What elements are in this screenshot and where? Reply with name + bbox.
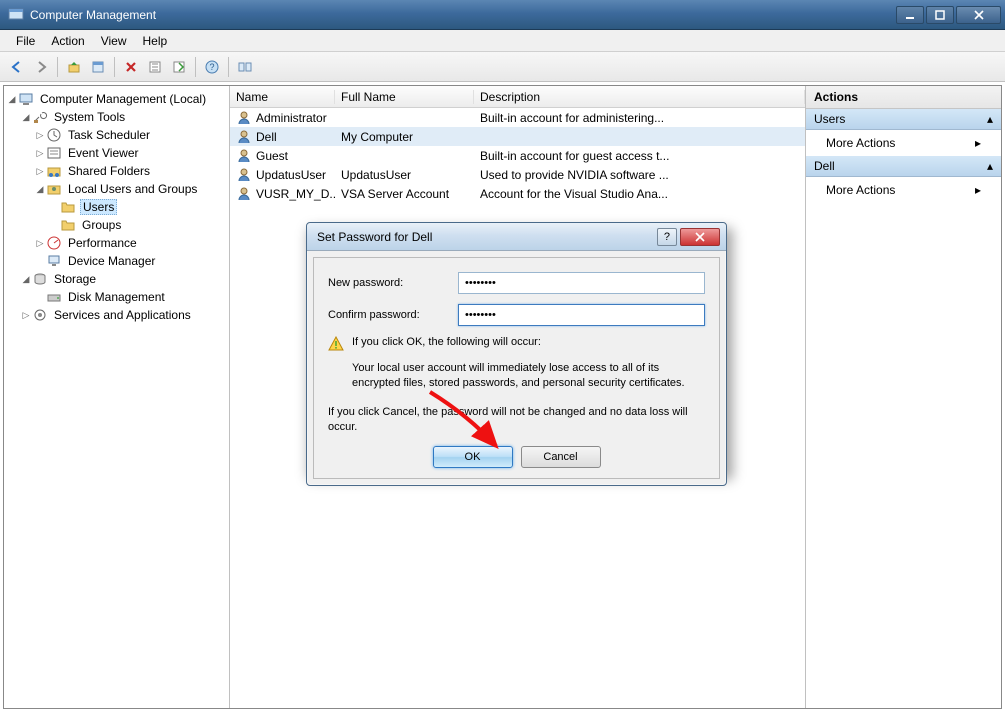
expand-icon[interactable]: ▷ bbox=[34, 148, 46, 159]
chevron-right-icon: ▸ bbox=[975, 183, 981, 197]
tree-task-scheduler[interactable]: ▷ Task Scheduler bbox=[6, 126, 227, 144]
properties-button[interactable] bbox=[87, 56, 109, 78]
dialog-title: Set Password for Dell bbox=[317, 230, 654, 244]
tree-device-manager[interactable]: Device Manager bbox=[6, 252, 227, 270]
menu-view[interactable]: View bbox=[93, 32, 135, 50]
ok-button[interactable]: OK bbox=[433, 446, 513, 468]
table-row[interactable]: UpdatusUserUpdatusUserUsed to provide NV… bbox=[230, 165, 805, 184]
user-icon bbox=[236, 110, 252, 126]
tree-pane: ◢ Computer Management (Local) ◢ System T… bbox=[4, 86, 230, 708]
computer-icon bbox=[18, 91, 34, 107]
new-password-label: New password: bbox=[328, 277, 458, 289]
tree-users[interactable]: Users bbox=[6, 198, 227, 216]
menu-file[interactable]: File bbox=[8, 32, 43, 50]
collapse-icon[interactable]: ◢ bbox=[34, 184, 46, 195]
window-title: Computer Management bbox=[30, 8, 896, 22]
tree-groups[interactable]: Groups bbox=[6, 216, 227, 234]
tree-services-apps[interactable]: ▷ Services and Applications bbox=[6, 306, 227, 324]
shared-folder-icon bbox=[46, 163, 62, 179]
tree-shared-folders[interactable]: ▷ Shared Folders bbox=[6, 162, 227, 180]
collapse-icon[interactable]: ◢ bbox=[20, 274, 32, 285]
collapse-icon[interactable]: ◢ bbox=[6, 94, 18, 105]
tree-system-tools[interactable]: ◢ System Tools bbox=[6, 108, 227, 126]
chevron-right-icon: ▸ bbox=[975, 136, 981, 150]
user-icon bbox=[236, 167, 252, 183]
dialog-close-button[interactable] bbox=[680, 228, 720, 246]
export-button[interactable] bbox=[168, 56, 190, 78]
help-button[interactable]: ? bbox=[201, 56, 223, 78]
confirm-password-label: Confirm password: bbox=[328, 309, 458, 321]
folder-icon bbox=[60, 217, 76, 233]
user-icon bbox=[236, 129, 252, 145]
user-icon bbox=[236, 186, 252, 202]
toolbar: ? bbox=[0, 52, 1005, 82]
dialog-titlebar[interactable]: Set Password for Dell ? bbox=[307, 223, 726, 251]
col-name[interactable]: Name bbox=[230, 90, 335, 104]
disk-icon bbox=[46, 289, 62, 305]
close-button[interactable] bbox=[956, 6, 1001, 24]
menu-help[interactable]: Help bbox=[135, 32, 176, 50]
user-icon bbox=[236, 148, 252, 164]
set-password-dialog: Set Password for Dell ? New password: Co… bbox=[306, 222, 727, 486]
expand-icon[interactable]: ▷ bbox=[34, 166, 46, 177]
device-icon bbox=[46, 253, 62, 269]
svg-text:?: ? bbox=[209, 62, 214, 72]
warning-heading: If you click OK, the following will occu… bbox=[352, 336, 541, 355]
cancel-button[interactable]: Cancel bbox=[521, 446, 601, 468]
actions-header: Actions bbox=[806, 86, 1001, 109]
refresh-button[interactable] bbox=[144, 56, 166, 78]
titlebar: Computer Management bbox=[0, 0, 1005, 30]
actions-more-dell[interactable]: More Actions ▸ bbox=[806, 177, 1001, 203]
forward-button[interactable] bbox=[30, 56, 52, 78]
collapse-icon: ▴ bbox=[987, 112, 993, 126]
performance-icon bbox=[46, 235, 62, 251]
menubar: File Action View Help bbox=[0, 30, 1005, 52]
warning-icon bbox=[328, 336, 344, 355]
view-options-button[interactable] bbox=[234, 56, 256, 78]
actions-pane: Actions Users ▴ More Actions ▸ Dell ▴ Mo… bbox=[806, 86, 1001, 708]
dialog-help-button[interactable]: ? bbox=[657, 228, 677, 246]
menu-action[interactable]: Action bbox=[43, 32, 92, 50]
tree-root[interactable]: ◢ Computer Management (Local) bbox=[6, 90, 227, 108]
confirm-password-input[interactable] bbox=[458, 304, 705, 326]
back-button[interactable] bbox=[6, 56, 28, 78]
tree-storage[interactable]: ◢ Storage bbox=[6, 270, 227, 288]
maximize-button[interactable] bbox=[926, 6, 954, 24]
event-icon bbox=[46, 145, 62, 161]
minimize-button[interactable] bbox=[896, 6, 924, 24]
new-password-input[interactable] bbox=[458, 272, 705, 294]
expand-icon[interactable]: ▷ bbox=[34, 130, 46, 141]
actions-section-dell[interactable]: Dell ▴ bbox=[806, 156, 1001, 177]
tree-event-viewer[interactable]: ▷ Event Viewer bbox=[6, 144, 227, 162]
list-header: Name Full Name Description bbox=[230, 86, 805, 108]
folder-icon bbox=[60, 199, 76, 215]
expand-icon[interactable]: ▷ bbox=[34, 238, 46, 249]
warning-body: Your local user account will immediately… bbox=[352, 361, 705, 391]
delete-button[interactable] bbox=[120, 56, 142, 78]
table-row[interactable]: AdministratorBuilt-in account for admini… bbox=[230, 108, 805, 127]
app-icon bbox=[8, 7, 24, 23]
tools-icon bbox=[32, 109, 48, 125]
up-button[interactable] bbox=[63, 56, 85, 78]
expand-icon[interactable]: ▷ bbox=[20, 310, 32, 321]
tree-disk-management[interactable]: Disk Management bbox=[6, 288, 227, 306]
collapse-icon: ▴ bbox=[987, 159, 993, 173]
tree-local-users-groups[interactable]: ◢ Local Users and Groups bbox=[6, 180, 227, 198]
collapse-icon[interactable]: ◢ bbox=[20, 112, 32, 123]
table-row[interactable]: DellMy Computer bbox=[230, 127, 805, 146]
table-row[interactable]: GuestBuilt-in account for guest access t… bbox=[230, 146, 805, 165]
storage-icon bbox=[32, 271, 48, 287]
clock-icon bbox=[46, 127, 62, 143]
services-icon bbox=[32, 307, 48, 323]
col-description[interactable]: Description bbox=[474, 90, 805, 104]
col-fullname[interactable]: Full Name bbox=[335, 90, 474, 104]
actions-section-users[interactable]: Users ▴ bbox=[806, 109, 1001, 130]
cancel-body: If you click Cancel, the password will n… bbox=[328, 405, 705, 435]
tree-performance[interactable]: ▷ Performance bbox=[6, 234, 227, 252]
table-row[interactable]: VUSR_MY_D...VSA Server AccountAccount fo… bbox=[230, 184, 805, 203]
actions-more-users[interactable]: More Actions ▸ bbox=[806, 130, 1001, 156]
users-folder-icon bbox=[46, 181, 62, 197]
